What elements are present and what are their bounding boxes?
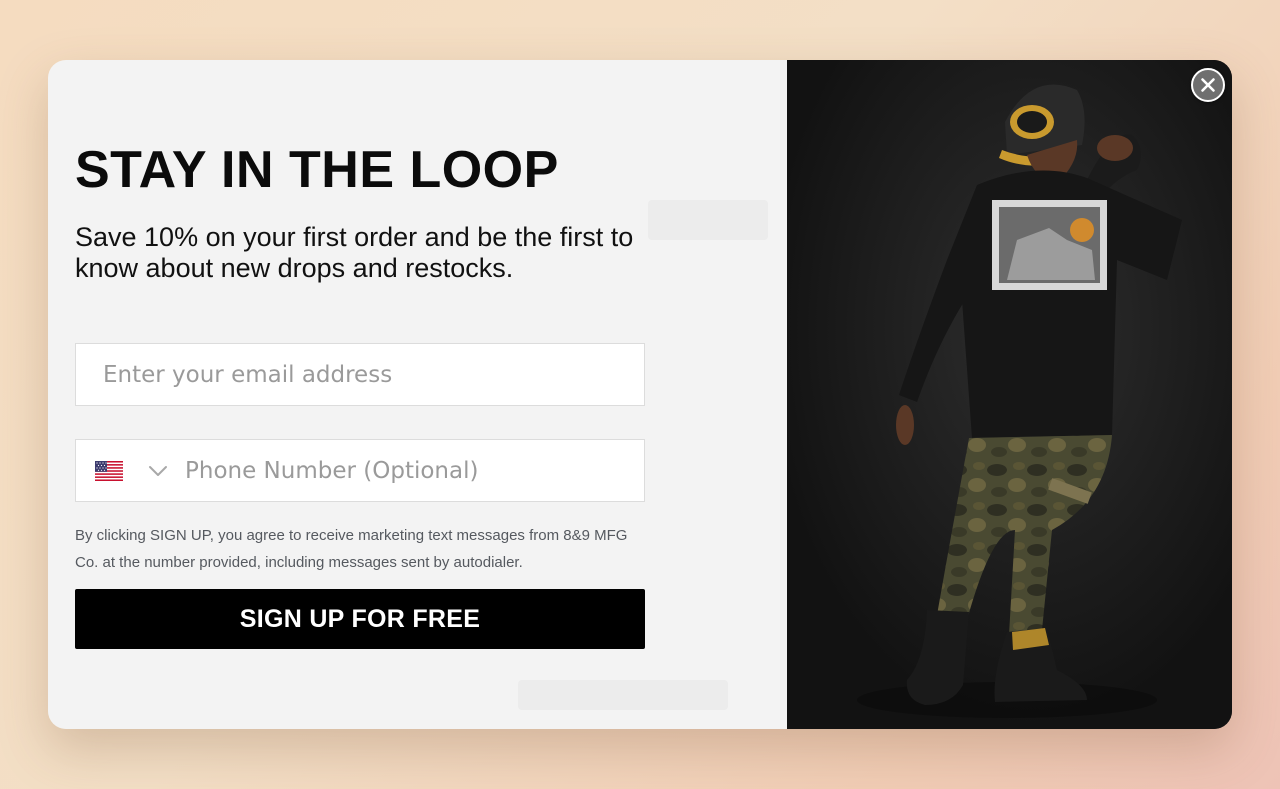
signup-modal: STAY IN THE LOOP Save 10% on your first … — [48, 60, 1232, 729]
signup-form-panel: STAY IN THE LOOP Save 10% on your first … — [48, 60, 787, 729]
country-code-select[interactable] — [76, 440, 181, 501]
us-flag-icon — [95, 460, 123, 481]
popup-subtext: Save 10% on your first order and be the … — [75, 222, 634, 283]
background-page-ghost — [648, 200, 768, 240]
phone-field-group — [75, 439, 645, 502]
promo-image-panel — [787, 60, 1232, 729]
sign-up-button[interactable]: SIGN UP FOR FREE — [75, 589, 645, 649]
email-field[interactable] — [75, 343, 645, 406]
popup-headline: STAY IN THE LOOP — [75, 141, 559, 199]
close-button[interactable] — [1191, 68, 1225, 102]
model-photo — [787, 60, 1232, 729]
close-icon — [1201, 78, 1215, 92]
phone-number-input[interactable] — [181, 440, 644, 501]
sms-consent-disclaimer: By clicking SIGN UP, you agree to receiv… — [75, 527, 628, 571]
background-page-ghost — [518, 680, 728, 710]
chevron-down-icon — [149, 465, 167, 476]
